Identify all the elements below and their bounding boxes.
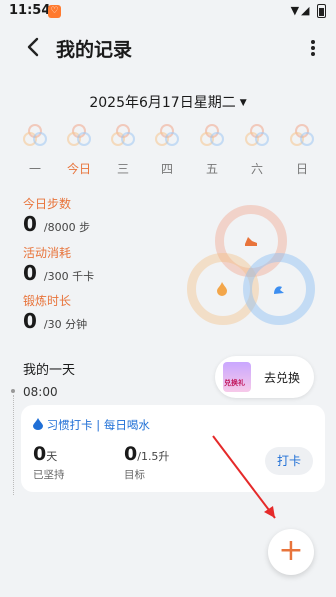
annotation-arrow bbox=[212, 435, 276, 519]
activity-rings-mini-icon bbox=[152, 122, 182, 152]
back-arrow-icon bbox=[27, 37, 39, 57]
calories-label: 活动消耗 bbox=[23, 246, 72, 260]
day-label: 五 bbox=[205, 162, 218, 176]
calories-goal: /300 千卡 bbox=[43, 270, 95, 283]
system-icons: ▼◢ bbox=[291, 4, 326, 18]
timeline-dot bbox=[11, 389, 15, 393]
caret-down-icon: ▼ bbox=[239, 98, 247, 108]
exercise-value: 0 /30 分钟 bbox=[23, 309, 87, 333]
battery-icon bbox=[317, 4, 326, 18]
shoe-icon bbox=[245, 237, 257, 246]
target-value: 0/1.5升 bbox=[124, 443, 169, 465]
flame-icon bbox=[217, 282, 227, 296]
date-label: 2025年6月17日星期二 bbox=[89, 95, 236, 111]
steps-value: 0 /8000 步 bbox=[23, 212, 90, 236]
gift-box-icon: 兑换礼 bbox=[223, 362, 251, 392]
water-drop-icon bbox=[33, 418, 43, 430]
activity-rings-mini-icon bbox=[242, 122, 272, 152]
activity-rings-mini-icon bbox=[108, 122, 138, 152]
timeline-time: 08:00 bbox=[23, 385, 58, 399]
activity-rings-mini-icon bbox=[20, 122, 50, 152]
activity-rings[interactable] bbox=[185, 203, 315, 325]
day-label: 六 bbox=[250, 162, 263, 176]
habit-title: 习惯打卡 | 每日喝水 bbox=[33, 417, 150, 433]
day-label: 三 bbox=[116, 162, 129, 176]
add-button[interactable]: + bbox=[268, 529, 314, 575]
exercise-label: 锻炼时长 bbox=[23, 294, 72, 308]
run-icon bbox=[274, 286, 284, 294]
notification-icon: ♡ bbox=[48, 5, 61, 18]
exercise-count: 0 bbox=[23, 309, 37, 333]
day-item[interactable]: 五 bbox=[192, 122, 232, 177]
days-count: 0 bbox=[33, 443, 47, 465]
page-title: 我的记录 bbox=[56, 39, 133, 61]
calories-count: 0 bbox=[23, 261, 37, 285]
calories-value: 0 /300 千卡 bbox=[23, 261, 94, 285]
back-button[interactable] bbox=[20, 33, 48, 61]
activity-rings-mini-icon bbox=[64, 122, 94, 152]
exchange-button[interactable]: 兑换礼 去兑换 bbox=[215, 356, 314, 398]
exchange-label: 去兑换 bbox=[264, 371, 301, 385]
gift-text: 兑换礼 bbox=[224, 379, 245, 387]
days-unit: 天 bbox=[46, 450, 58, 463]
day-item-today[interactable]: 今日 bbox=[59, 122, 99, 177]
day-item[interactable]: 一 bbox=[15, 122, 55, 177]
day-label: 四 bbox=[160, 162, 173, 176]
status-bar: 11:54 ♡ ▼◢ bbox=[0, 0, 336, 24]
steps-goal: /8000 步 bbox=[43, 221, 91, 234]
exercise-goal: /30 分钟 bbox=[43, 318, 88, 331]
days-value: 0天 bbox=[33, 443, 57, 465]
day-item[interactable]: 六 bbox=[237, 122, 277, 177]
day-label: 今日 bbox=[66, 162, 91, 176]
day-label: 日 bbox=[295, 162, 308, 176]
activity-rings-mini-icon bbox=[287, 122, 317, 152]
status-time: 11:54 bbox=[9, 3, 51, 18]
date-selector[interactable]: 2025年6月17日星期二 ▼ bbox=[0, 92, 336, 112]
activity-rings-mini-icon bbox=[197, 122, 227, 152]
target-unit: /1.5升 bbox=[137, 450, 170, 463]
my-day-heading: 我的一天 bbox=[23, 363, 76, 378]
target-label: 目标 bbox=[124, 469, 145, 481]
habit-title-text: 习惯打卡 | 每日喝水 bbox=[46, 418, 150, 432]
day-item[interactable]: 四 bbox=[147, 122, 187, 177]
day-item[interactable]: 日 bbox=[282, 122, 322, 177]
signal-icon: ▼◢ bbox=[290, 4, 312, 17]
week-strip: 一 今日 三 四 五 六 日 bbox=[12, 122, 324, 180]
more-options-icon[interactable] bbox=[308, 38, 318, 60]
steps-count: 0 bbox=[23, 212, 37, 236]
days-label: 已坚持 bbox=[33, 469, 65, 481]
timeline-line bbox=[12, 395, 14, 495]
steps-label: 今日步数 bbox=[23, 197, 72, 211]
target-count: 0 bbox=[124, 443, 138, 465]
day-label: 一 bbox=[28, 162, 41, 176]
day-item[interactable]: 三 bbox=[103, 122, 143, 177]
